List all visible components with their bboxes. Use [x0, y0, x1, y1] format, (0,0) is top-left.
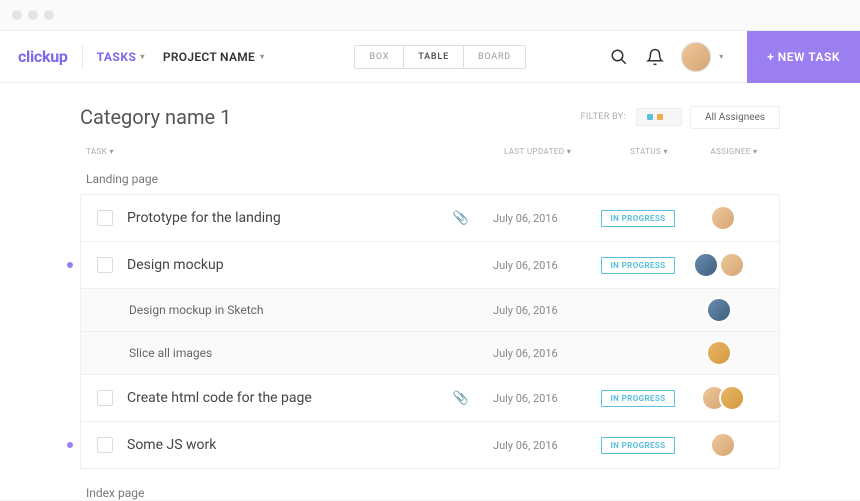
- task-status: IN PROGRESS: [593, 210, 683, 227]
- task-assignees[interactable]: [683, 205, 763, 231]
- task-checkbox[interactable]: [97, 390, 113, 406]
- color-filter[interactable]: [636, 108, 682, 126]
- new-task-button[interactable]: + NEW TASK: [747, 31, 860, 83]
- sort-icon: ▾: [753, 147, 757, 156]
- column-headers: TASK ▾ LAST UPDATED ▾ STATUS ▾ ASSIGNEE …: [80, 147, 780, 166]
- view-board[interactable]: BOARD: [464, 46, 525, 68]
- attachment-icon[interactable]: 📎: [453, 391, 469, 406]
- bell-icon[interactable]: [645, 47, 665, 67]
- sort-icon: ▾: [664, 147, 668, 156]
- task-status: IN PROGRESS: [593, 257, 683, 274]
- task-date: July 06, 2016: [493, 259, 593, 272]
- assignee-avatar: [710, 432, 736, 458]
- bullet-indicator: [67, 442, 73, 448]
- view-table[interactable]: TABLE: [404, 46, 464, 68]
- col-assignee-label: ASSIGNEE: [710, 147, 750, 156]
- view-switcher: BOX TABLE BOARD: [354, 45, 526, 69]
- col-status-label: STATUS: [630, 147, 661, 156]
- assignee-filter[interactable]: All Assignees: [690, 106, 780, 129]
- user-avatar[interactable]: [681, 42, 711, 72]
- window-controls: [0, 0, 860, 31]
- task-title: Design mockup in Sketch: [129, 303, 493, 317]
- attachment-icon[interactable]: 📎: [453, 211, 469, 226]
- task-row[interactable]: Some JS workJuly 06, 2016 IN PROGRESS: [80, 421, 780, 469]
- task-date: July 06, 2016: [493, 304, 593, 317]
- col-task-label: TASK: [86, 147, 107, 156]
- task-date: July 06, 2016: [493, 439, 593, 452]
- assignee-avatar: [706, 297, 732, 323]
- task-date: July 06, 2016: [493, 347, 593, 360]
- project-selector[interactable]: PROJECT NAME ▾: [163, 50, 265, 64]
- status-badge: IN PROGRESS: [601, 210, 674, 227]
- assignee-avatar: [719, 385, 745, 411]
- category-title: Category name 1: [80, 105, 231, 129]
- assignee-avatar: [693, 252, 719, 278]
- assignee-avatar: [719, 252, 745, 278]
- chevron-down-icon: ▾: [140, 52, 145, 61]
- color-dot-orange: [657, 114, 663, 120]
- task-status: IN PROGRESS: [593, 437, 683, 454]
- topbar: clickup TASKS ▾ PROJECT NAME ▾ BOX TABLE…: [0, 31, 860, 83]
- sort-icon: ▾: [109, 147, 113, 156]
- task-assignees[interactable]: [683, 432, 763, 458]
- nav-tasks[interactable]: TASKS ▾: [97, 50, 145, 64]
- task-title: Design mockup: [127, 257, 493, 273]
- task-title: Slice all images: [129, 346, 493, 360]
- task-row[interactable]: Slice all imagesJuly 06, 2016: [80, 331, 780, 375]
- col-task[interactable]: TASK ▾: [86, 147, 504, 156]
- task-row[interactable]: Create html code for the page📎 July 06, 2…: [80, 374, 780, 422]
- task-groups: Landing pagePrototype for the landing📎Ju…: [80, 166, 780, 501]
- task-row[interactable]: Design mockup in SketchJuly 06, 2016: [80, 288, 780, 332]
- task-checkbox[interactable]: [97, 257, 113, 273]
- task-status: IN PROGRESS: [593, 390, 683, 407]
- task-assignees[interactable]: [683, 252, 763, 278]
- sort-icon: ▾: [567, 147, 571, 156]
- task-row[interactable]: Prototype for the landing📎 July 06, 2016 I…: [80, 194, 780, 242]
- col-updated-label: LAST UPDATED: [504, 147, 564, 156]
- task-assignees[interactable]: [683, 297, 763, 323]
- filter-label: FILTER BY:: [581, 112, 626, 122]
- assignee-avatar: [710, 205, 736, 231]
- task-date: July 06, 2016: [493, 212, 593, 225]
- topbar-right: ▾ + NEW TASK: [609, 31, 860, 83]
- col-status[interactable]: STATUS ▾: [604, 147, 694, 156]
- color-dot-blue: [647, 114, 653, 120]
- view-box[interactable]: BOX: [355, 46, 404, 68]
- task-assignees[interactable]: [683, 340, 763, 366]
- nav-tasks-label: TASKS: [97, 50, 137, 64]
- group-label: Landing page: [80, 166, 780, 194]
- task-checkbox[interactable]: [97, 210, 113, 226]
- divider: [82, 45, 83, 69]
- chevron-down-icon: ▾: [260, 52, 264, 61]
- assignee-avatar: [706, 340, 732, 366]
- col-updated[interactable]: LAST UPDATED ▾: [504, 147, 604, 156]
- col-assignee[interactable]: ASSIGNEE ▾: [694, 147, 774, 156]
- status-badge: IN PROGRESS: [601, 437, 674, 454]
- task-row[interactable]: Design mockupJuly 06, 2016 IN PROGRESS: [80, 241, 780, 289]
- search-icon[interactable]: [609, 47, 629, 67]
- task-title: Some JS work: [127, 437, 493, 453]
- main-content: Category name 1 FILTER BY: All Assignees…: [0, 83, 860, 501]
- status-badge: IN PROGRESS: [601, 390, 674, 407]
- status-badge: IN PROGRESS: [601, 257, 674, 274]
- task-assignees[interactable]: [683, 385, 763, 411]
- group-label: Index page: [80, 480, 780, 501]
- brand-logo: clickup: [18, 47, 68, 66]
- chevron-down-icon[interactable]: ▾: [719, 52, 723, 61]
- task-date: July 06, 2016: [493, 392, 593, 405]
- bullet-indicator: [67, 262, 73, 268]
- task-checkbox[interactable]: [97, 437, 113, 453]
- category-header: Category name 1 FILTER BY: All Assignees: [80, 105, 780, 129]
- task-title: Prototype for the landing: [127, 210, 453, 226]
- task-title: Create html code for the page: [127, 390, 453, 406]
- color-dot-spacer: [667, 114, 671, 120]
- project-label: PROJECT NAME: [163, 50, 255, 64]
